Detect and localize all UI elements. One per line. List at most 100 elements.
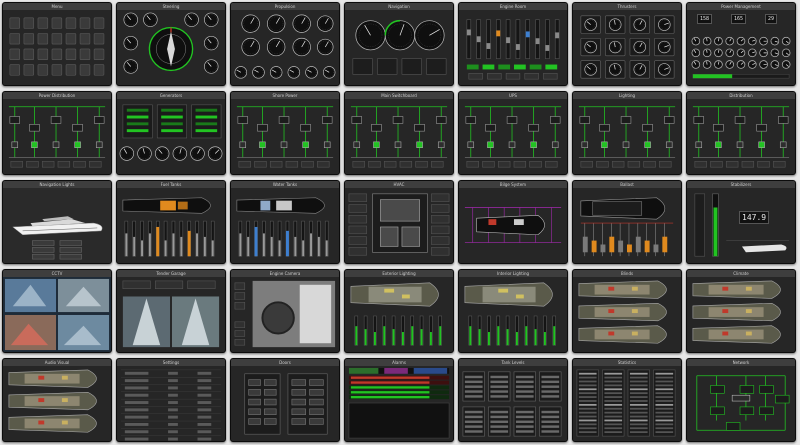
- screen-thumbnail-title: Statistics: [573, 359, 681, 366]
- screen-thumbnail-hull-top-blue[interactable]: Water Tanks: [230, 180, 340, 264]
- screen-thumbnail-network-schematic[interactable]: Network: [686, 358, 796, 442]
- screen-thumbnail-preview: [231, 366, 339, 441]
- screen-thumbnail-title: Steering: [117, 3, 225, 10]
- screen-thumbnail-title: Engine Room: [459, 3, 567, 10]
- preview-graphic: [348, 367, 450, 439]
- preview-graphic: [352, 19, 447, 75]
- screen-thumbnail-gauges-compass[interactable]: Steering: [116, 2, 226, 86]
- power-readout: 158: [697, 14, 713, 24]
- screen-thumbnail-title: CCTV: [3, 270, 111, 277]
- screen-thumbnail-gauges-3[interactable]: Navigation: [344, 2, 454, 86]
- preview-graphic: [8, 369, 97, 433]
- screen-thumbnail-hull-purple[interactable]: Bilge System: [458, 180, 568, 264]
- screen-thumbnail-single-line[interactable]: Main Switchboard: [344, 91, 454, 175]
- screen-thumbnail-sliders-green[interactable]: Engine Room: [458, 2, 568, 86]
- screen-thumbnail-tiles[interactable]: Menu: [2, 2, 112, 86]
- screen-thumbnail-deck-plan-3[interactable]: Climate: [686, 269, 796, 353]
- screen-thumbnail-dials-grid[interactable]: Thrusters: [572, 2, 682, 86]
- screen-thumbnail-preview: [459, 277, 567, 352]
- screen-thumbnail-camera-split[interactable]: Tender Garage: [116, 269, 226, 353]
- screen-thumbnail-preview: [117, 277, 225, 352]
- screen-thumbnail-preview: [345, 10, 453, 85]
- screen-thumbnail-preview: [3, 366, 111, 441]
- screen-thumbnail-title: Distribution: [687, 92, 795, 99]
- screen-thumbnail-box-schematic[interactable]: HVAC: [344, 180, 454, 264]
- screen-thumbnail-yacht-side[interactable]: Navigation Lights: [2, 180, 112, 264]
- screen-thumbnail-preview: [687, 99, 795, 174]
- screen-thumbnail-camera-quad[interactable]: CCTV: [2, 269, 112, 353]
- screen-thumbnail-title: Audio Visual: [3, 359, 111, 366]
- screen-thumbnail-title: Thrusters: [573, 3, 681, 10]
- preview-graphic: [464, 282, 557, 346]
- power-readout: 29: [765, 14, 778, 24]
- screen-thumbnail-title: Lighting: [573, 92, 681, 99]
- screen-thumbnail-deck-plan-3[interactable]: Audio Visual: [2, 358, 112, 442]
- preview-graphic: [578, 106, 676, 168]
- screen-thumbnail-title: Generators: [117, 92, 225, 99]
- screen-thumbnail-preview: [459, 366, 567, 441]
- screen-thumbnail-title: Navigation Lights: [3, 181, 111, 188]
- screen-thumbnail-level-readout[interactable]: Stabilizers 147.9: [686, 180, 796, 264]
- screen-thumbnail-preview: [573, 10, 681, 85]
- screen-thumbnail-breakers-gauges[interactable]: Generators: [116, 91, 226, 175]
- screen-thumbnail-title: Network: [687, 359, 795, 366]
- screen-thumbnail-deck-plan[interactable]: Interior Lighting: [458, 269, 568, 353]
- screen-thumbnail-preview: [117, 188, 225, 263]
- screen-thumbnail-deck-plan[interactable]: Exterior Lighting: [344, 269, 454, 353]
- preview-graphic: [122, 197, 215, 257]
- screen-thumbnail-title: Power Distribution: [3, 92, 111, 99]
- preview-graphic: [580, 15, 675, 79]
- screen-thumbnail-single-line[interactable]: Distribution: [686, 91, 796, 175]
- screen-thumbnail-single-line[interactable]: Lighting: [572, 91, 682, 175]
- screen-thumbnail-title: Stabilizers: [687, 181, 795, 188]
- screen-thumbnail-title: Climate: [687, 270, 795, 277]
- preview-graphic: [462, 371, 562, 437]
- preview-graphic: [694, 193, 790, 257]
- screen-thumbnail-title: Water Tanks: [231, 181, 339, 188]
- screen-thumbnail-deck-plan-3[interactable]: Blinds: [572, 269, 682, 353]
- screen-thumbnail-single-line[interactable]: Power Distribution: [2, 91, 112, 175]
- screen-thumbnail-preview: [3, 99, 111, 174]
- screen-thumbnail-preview: [117, 366, 225, 441]
- preview-graphic: [692, 106, 790, 168]
- preview-graphic: [9, 17, 105, 76]
- screen-thumbnail-title: Power Management: [687, 3, 795, 10]
- screen-thumbnail-tank-bars[interactable]: Ballast: [572, 180, 682, 264]
- screen-thumbnail-preview: [231, 277, 339, 352]
- screen-thumbnail-table-blocks[interactable]: Tank Levels: [458, 358, 568, 442]
- screen-thumbnail-camera-engine[interactable]: Engine Camera: [230, 269, 340, 353]
- screen-thumbnail-list-rows[interactable]: Settings: [116, 358, 226, 442]
- screen-thumbnail-title: Exterior Lighting: [345, 270, 453, 277]
- screen-thumbnail-hull-top-orange[interactable]: Fuel Tanks: [116, 180, 226, 264]
- screen-thumbnail-title: Fuel Tanks: [117, 181, 225, 188]
- screen-thumbnail-preview: [231, 188, 339, 263]
- screen-thumbnail-preview: [117, 99, 225, 174]
- screen-thumbnail-single-line[interactable]: UPS: [458, 91, 568, 175]
- screen-thumbnail-alarm-table[interactable]: Alarms: [344, 358, 454, 442]
- power-readout: 165: [731, 14, 747, 24]
- screen-thumbnail-preview: [573, 366, 681, 441]
- screen-thumbnail-title: Engine Camera: [231, 270, 339, 277]
- screen-thumbnail-preview: [573, 99, 681, 174]
- screen-thumbnail-title: Tank Levels: [459, 359, 567, 366]
- preview-graphic: [123, 12, 219, 74]
- screen-thumbnail-title: Settings: [117, 359, 225, 366]
- screen-thumbnail-single-line[interactable]: Shore Power: [230, 91, 340, 175]
- screen-thumbnail-gauges-grid[interactable]: Propulsion: [230, 2, 340, 86]
- screen-thumbnail-preview: [345, 99, 453, 174]
- preview-graphic: [466, 19, 560, 80]
- screen-thumbnail-control-blocks[interactable]: Doors: [230, 358, 340, 442]
- preview-graphic: [3, 277, 111, 352]
- preview-graphic: [576, 369, 676, 437]
- preview-graphic: [578, 280, 667, 344]
- preview-graphic: [234, 280, 336, 348]
- preview-graphic: [696, 375, 790, 431]
- screen-thumbnail-preview: [345, 366, 453, 441]
- screen-thumbnail-title: UPS: [459, 92, 567, 99]
- screen-thumbnail-preview: [573, 277, 681, 352]
- screen-thumbnail-readouts[interactable]: Power Management 158 165 29: [686, 2, 796, 86]
- screen-thumbnail-dense-table[interactable]: Statistics: [572, 358, 682, 442]
- preview-graphic: [8, 106, 106, 168]
- preview-graphic: [244, 373, 328, 435]
- screen-thumbnail-preview: [687, 277, 795, 352]
